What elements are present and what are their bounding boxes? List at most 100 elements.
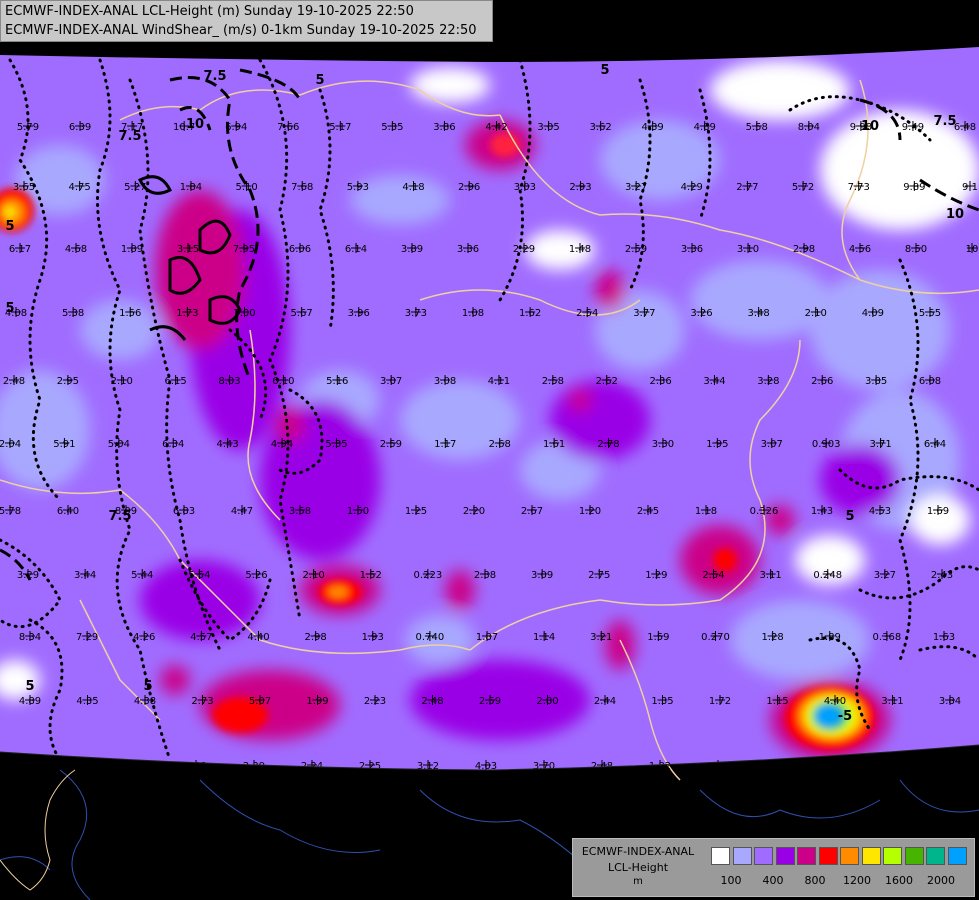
station-value: 0.326 — [750, 506, 779, 517]
map-canvas: 5.79 6.39 7.17 10.7 6.94 7.66 5.17 5.35 3.86 4.42… — [0, 0, 979, 900]
station-value: 0.223 — [414, 570, 443, 581]
legend-swatch — [883, 847, 902, 865]
station-value: 9.49 — [902, 122, 924, 133]
station-value: 7.00 — [233, 308, 255, 319]
station-value: 1.82 — [649, 761, 671, 772]
station-value: 1.95 — [706, 439, 728, 450]
station-value: 3.84 — [939, 696, 961, 707]
station-value: 0.270 — [701, 632, 730, 643]
station-value: 6.10 — [272, 376, 294, 387]
legend: ECMWF-INDEX-ANAL LCL-Height m 100 400 800 1… — [572, 838, 975, 897]
station-value: 2.20 — [463, 506, 485, 517]
station-value: 1.20 — [579, 506, 601, 517]
legend-swatch — [904, 847, 924, 865]
station-value: 1.08 — [462, 308, 484, 319]
station-value: 2.95 — [57, 376, 79, 387]
station-value: 5.72 — [792, 182, 814, 193]
legend-swatch — [711, 847, 730, 865]
station-value: 1.43 — [811, 506, 833, 517]
station-value: 9.1 — [962, 182, 978, 193]
station-value: 5.91 — [53, 439, 75, 450]
station-value: 6.39 — [69, 122, 91, 133]
station-value: 6.08 — [919, 376, 941, 387]
station-value: 2.39 — [243, 761, 265, 772]
station-value: 5.79 — [17, 122, 39, 133]
station-value: 3.89 — [401, 244, 423, 255]
station-value: 3.36 — [681, 244, 703, 255]
station-value: 4.75 — [69, 182, 91, 193]
station-value: 3.62 — [589, 122, 611, 133]
contour-label: -5 — [838, 709, 852, 724]
station-value: 2.43 — [931, 570, 953, 581]
station-value: 4.38 — [134, 696, 156, 707]
station-value: 4.18 — [402, 182, 424, 193]
station-value: 2.66 — [811, 376, 833, 387]
station-value: 7.66 — [277, 122, 299, 133]
station-value: 2.45 — [637, 506, 659, 517]
station-value: 3.36 — [457, 244, 479, 255]
station-value: 3.71 — [869, 439, 891, 450]
station-value: 1.99 — [306, 696, 328, 707]
legend-tick-label: 400 — [762, 874, 784, 887]
station-value: 1.93 — [362, 632, 384, 643]
station-value: 5.10 — [235, 182, 257, 193]
legend-tick-label: 800 — [804, 874, 826, 887]
station-value: 5.93 — [347, 182, 369, 193]
station-value: 2.10 — [302, 570, 324, 581]
station-value: 3.44 — [74, 570, 96, 581]
station-value: 5.07 — [249, 696, 271, 707]
station-value: 2.10 — [111, 376, 133, 387]
station-value: 2.62 — [596, 376, 618, 387]
station-value: 5.58 — [746, 122, 768, 133]
station-value: 6.94 — [225, 122, 247, 133]
contour-label: 5 — [143, 679, 152, 694]
station-value: 2.48 — [421, 696, 443, 707]
legend-swatch — [732, 847, 752, 865]
station-value: 4.94 — [271, 439, 293, 450]
legend-tick-label: 100 — [720, 874, 742, 887]
station-value: 2.04 — [0, 439, 21, 450]
station-value: 4.53 — [869, 506, 891, 517]
station-value: 4.43 — [217, 439, 239, 450]
legend-swatch — [818, 847, 838, 865]
station-value: 1.61 — [543, 439, 565, 450]
contour-label: 5 — [5, 301, 14, 316]
legend-swatch — [861, 847, 881, 865]
station-value: 0.740 — [416, 632, 445, 643]
station-value: 6.14 — [345, 244, 367, 255]
station-value: 2.73 — [191, 696, 213, 707]
station-value: 4.29 — [681, 182, 703, 193]
station-value: 4.35 — [76, 696, 98, 707]
station-value: 1.28 — [761, 632, 783, 643]
station-value: 5.78 — [0, 506, 21, 517]
station-value: 3.30 — [652, 439, 674, 450]
station-value: 5.04 — [108, 439, 130, 450]
station-value: 3.21 — [590, 632, 612, 643]
station-value: 2.77 — [736, 182, 758, 193]
station-value: 2.23 — [364, 696, 386, 707]
station-value: 8.50 — [905, 244, 927, 255]
station-value: 2.68 — [489, 439, 511, 450]
station-value: 5.44 — [131, 570, 153, 581]
station-value: 3.44 — [703, 376, 725, 387]
station-value: 1.69 — [927, 506, 949, 517]
station-value: 3.09 — [531, 570, 553, 581]
station-value: 6.44 — [924, 439, 946, 450]
contour-label: 7.5 — [933, 114, 956, 129]
station-value: 1.72 — [709, 696, 731, 707]
station-value: 2.98 — [939, 761, 961, 772]
station-value: 1.52 — [360, 570, 382, 581]
station-value: 6.34 — [162, 439, 184, 450]
station-value: 3.77 — [633, 308, 655, 319]
legend-swatch — [775, 847, 795, 865]
station-value: 4.40 — [824, 696, 846, 707]
title-line-1: ECMWF-INDEX-ANAL LCL-Height (m) Sunday 1… — [5, 4, 414, 19]
station-value: 1.29 — [645, 570, 667, 581]
contour-label: 5 — [315, 73, 324, 88]
station-value: 6.04 — [69, 761, 91, 772]
station-value: 3.27 — [874, 570, 896, 581]
station-value: 2.59 — [380, 439, 402, 450]
station-value: 1.62 — [519, 308, 541, 319]
station-value: 0.368 — [873, 632, 902, 643]
station-value: 2.84 — [765, 761, 787, 772]
